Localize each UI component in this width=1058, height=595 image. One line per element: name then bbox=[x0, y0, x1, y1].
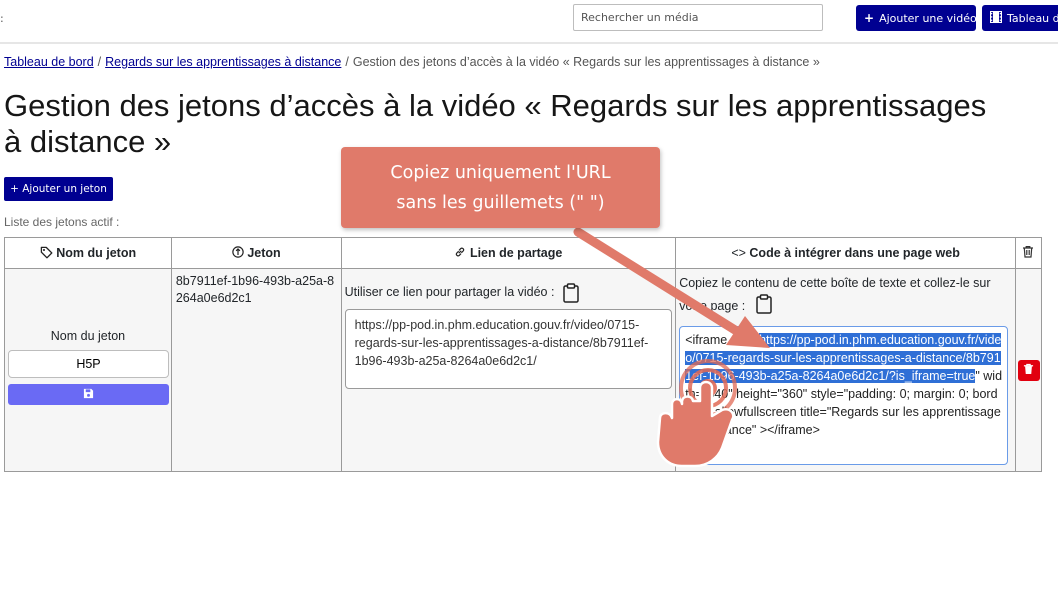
token-icon bbox=[232, 246, 244, 260]
tag-icon bbox=[40, 246, 53, 260]
embed-label-text: Copiez le contenu de cette boîte de text… bbox=[679, 276, 991, 313]
breadcrumb-video-link[interactable]: Regards sur les apprentissages à distanc… bbox=[105, 55, 341, 69]
callout-line-2: sans les guillemets (" ") bbox=[396, 193, 605, 213]
save-icon bbox=[83, 387, 94, 402]
clipboard-icon[interactable] bbox=[562, 283, 580, 303]
share-label: Utiliser ce lien pour partager la vidéo … bbox=[344, 283, 580, 303]
menu-edge-mark: : bbox=[0, 12, 4, 25]
cell-token: 8b7911ef-1b96-493b-a25a-8264a0e6d2c1 bbox=[170, 268, 342, 472]
clipboard-icon[interactable] bbox=[755, 294, 772, 314]
tokens-table: Nom du jeton Jeton Lien de partage <> Co… bbox=[4, 237, 1043, 472]
token-name-input[interactable] bbox=[8, 350, 169, 378]
delete-token-button[interactable] bbox=[1017, 360, 1040, 381]
header-token-label: Jeton bbox=[247, 246, 281, 260]
link-icon bbox=[454, 246, 466, 260]
header-name-label: Nom du jeton bbox=[56, 246, 137, 260]
table-header-row: Nom du jeton Jeton Lien de partage <> Co… bbox=[4, 237, 1043, 269]
breadcrumb-home-link[interactable]: Tableau de bord bbox=[4, 55, 94, 69]
header-share-link-label: Lien de partage bbox=[469, 246, 563, 260]
header-token: Jeton bbox=[170, 237, 342, 269]
header-name: Nom du jeton bbox=[4, 237, 172, 269]
plus-icon: + bbox=[10, 183, 23, 195]
trash-icon bbox=[1022, 246, 1034, 261]
add-video-button[interactable]: + Ajouter une vidéo bbox=[856, 5, 976, 31]
dashboard-button[interactable]: Tableau de bord bbox=[982, 5, 1058, 31]
add-token-button[interactable]: + Ajouter un jeton bbox=[4, 177, 113, 201]
search-input[interactable] bbox=[573, 4, 823, 31]
save-token-button[interactable] bbox=[8, 384, 169, 405]
top-bar: : + Ajouter une vidéo Tableau de bord bbox=[0, 0, 1058, 44]
header-embed-code: <> Code à intégrer dans une page web bbox=[675, 237, 1016, 269]
embed-code-prefix: <iframe src=" bbox=[685, 333, 760, 347]
cell-share-link: Utiliser ce lien pour partager la vidéo … bbox=[340, 268, 677, 472]
cell-embed-code: Copiez le contenu de cette boîte de text… bbox=[675, 268, 1016, 472]
embed-code-textarea[interactable]: <iframe src="https://pp-pod.in.phm.educa… bbox=[679, 326, 1009, 465]
share-label-text: Utiliser ce lien pour partager la vidéo … bbox=[344, 285, 555, 299]
add-video-label: Ajouter une vidéo bbox=[879, 11, 976, 25]
trash-icon bbox=[1023, 363, 1034, 378]
add-token-label: Ajouter un jeton bbox=[22, 183, 107, 195]
table-row: Nom du jeton 8b7911ef-1b96-493b-a25a-826… bbox=[4, 268, 1043, 472]
plus-icon: + bbox=[864, 11, 875, 25]
code-icon: <> bbox=[731, 246, 746, 260]
film-icon bbox=[989, 10, 1003, 26]
dashboard-label: Tableau de bord bbox=[1007, 11, 1058, 25]
embed-label: Copiez le contenu de cette boîte de text… bbox=[679, 273, 1009, 317]
breadcrumb-separator: / bbox=[345, 55, 349, 69]
cell-name: Nom du jeton bbox=[4, 268, 172, 472]
annotation-callout: Copiez uniquement l'URL sans les guillem… bbox=[341, 147, 660, 228]
share-link-textarea[interactable]: https://pp-pod.in.phm.education.gouv.fr/… bbox=[344, 309, 672, 389]
token-name-label: Nom du jeton bbox=[50, 329, 126, 343]
breadcrumb-current: Gestion des jetons d’accès à la vidéo « … bbox=[352, 55, 820, 69]
header-embed-code-label: Code à intégrer dans une page web bbox=[749, 246, 960, 260]
token-list-label: Liste des jetons actif : bbox=[4, 215, 120, 229]
callout-line-1: Copiez uniquement l'URL bbox=[390, 163, 611, 183]
header-share-link: Lien de partage bbox=[340, 237, 677, 269]
breadcrumb-separator: / bbox=[97, 55, 102, 69]
breadcrumb: Tableau de bord / Regards sur les apprenti… bbox=[4, 55, 820, 69]
token-value: 8b7911ef-1b96-493b-a25a-8264a0e6d2c1 bbox=[175, 274, 335, 305]
header-delete bbox=[1014, 237, 1043, 269]
cell-delete bbox=[1014, 268, 1043, 472]
